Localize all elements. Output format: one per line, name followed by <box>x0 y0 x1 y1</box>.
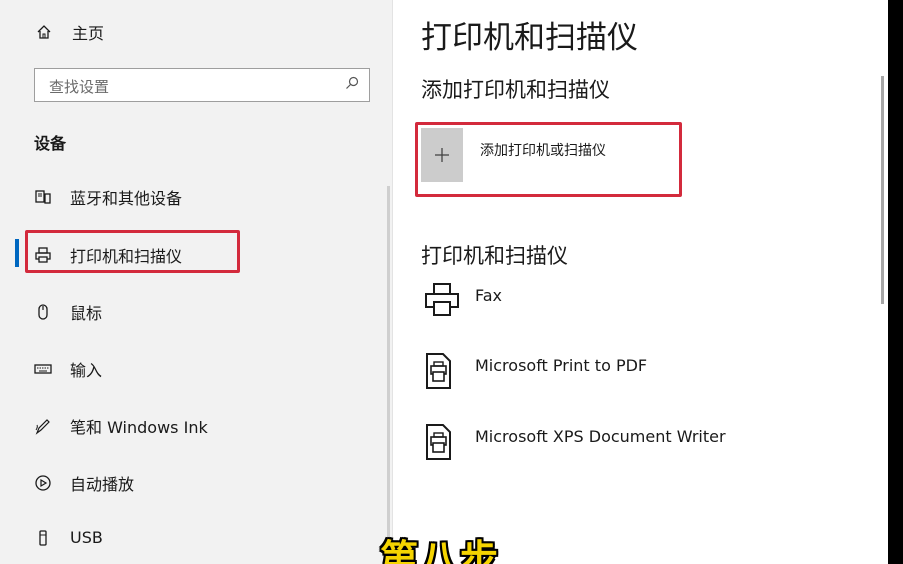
sidebar-item-label: 输入 <box>70 361 103 380</box>
sidebar-item-mouse[interactable]: 鼠标 <box>34 300 102 324</box>
page-title: 打印机和扫描仪 <box>421 20 638 56</box>
device-name: Microsoft Print to PDF <box>475 356 648 375</box>
home-label: 主页 <box>72 24 105 43</box>
sidebar-item-typing[interactable]: 输入 <box>34 357 102 381</box>
sidebar-scrollbar[interactable] <box>387 186 390 564</box>
device-item-xps-writer[interactable]: Microsoft XPS Document Writer <box>423 421 726 461</box>
printers-list-heading: 打印机和扫描仪 <box>421 244 568 268</box>
add-section-heading: 添加打印机和扫描仪 <box>421 78 610 102</box>
sidebar-item-autoplay[interactable]: 自动播放 <box>34 471 134 495</box>
bluetooth-devices-icon <box>34 188 52 206</box>
highlight-box-printers <box>25 230 240 273</box>
section-title-devices: 设备 <box>34 134 67 153</box>
sidebar-item-bluetooth[interactable]: 蓝牙和其他设备 <box>34 185 182 209</box>
device-name: Fax <box>475 286 503 305</box>
autoplay-icon <box>34 474 52 492</box>
document-printer-icon <box>426 353 451 389</box>
usb-icon <box>34 529 52 547</box>
sidebar-item-label: 自动播放 <box>70 475 135 494</box>
main-content: 打印机和扫描仪 添加打印机和扫描仪 添加打印机或扫描仪 打印机和扫描仪 Fax … <box>393 0 888 564</box>
search-icon <box>346 76 359 89</box>
sidebar-item-label: USB <box>70 528 103 547</box>
home-link[interactable]: 主页 <box>36 20 104 44</box>
search-placeholder: 查找设置 <box>49 78 110 96</box>
keyboard-icon <box>34 360 52 378</box>
sidebar-item-pen[interactable]: 笔和 Windows Ink <box>34 414 208 438</box>
sidebar-item-label: 鼠标 <box>70 304 103 323</box>
sidebar-item-usb[interactable]: USB <box>34 528 103 547</box>
device-item-print-to-pdf[interactable]: Microsoft Print to PDF <box>423 350 647 390</box>
fax-printer-icon <box>425 283 459 316</box>
device-item-fax[interactable]: Fax <box>423 280 502 320</box>
device-name: Microsoft XPS Document Writer <box>475 427 726 446</box>
selection-indicator <box>15 239 19 267</box>
settings-window: 主页 查找设置 设备 蓝牙和其他设备 打印机和扫描仪 鼠标 输入 笔和 Wind… <box>0 0 888 564</box>
sidebar-item-label: 笔和 Windows Ink <box>70 418 208 437</box>
highlight-box-add-printer <box>415 122 682 197</box>
mouse-icon <box>34 303 52 321</box>
home-icon <box>37 25 51 39</box>
main-scrollbar[interactable] <box>881 76 884 304</box>
search-input[interactable]: 查找设置 <box>34 68 370 102</box>
pen-icon <box>34 417 52 435</box>
video-caption: 第八步 <box>380 537 501 564</box>
sidebar-item-label: 蓝牙和其他设备 <box>70 189 183 208</box>
document-printer-icon <box>426 424 451 460</box>
sidebar: 主页 查找设置 设备 蓝牙和其他设备 打印机和扫描仪 鼠标 输入 笔和 Wind… <box>0 0 392 564</box>
